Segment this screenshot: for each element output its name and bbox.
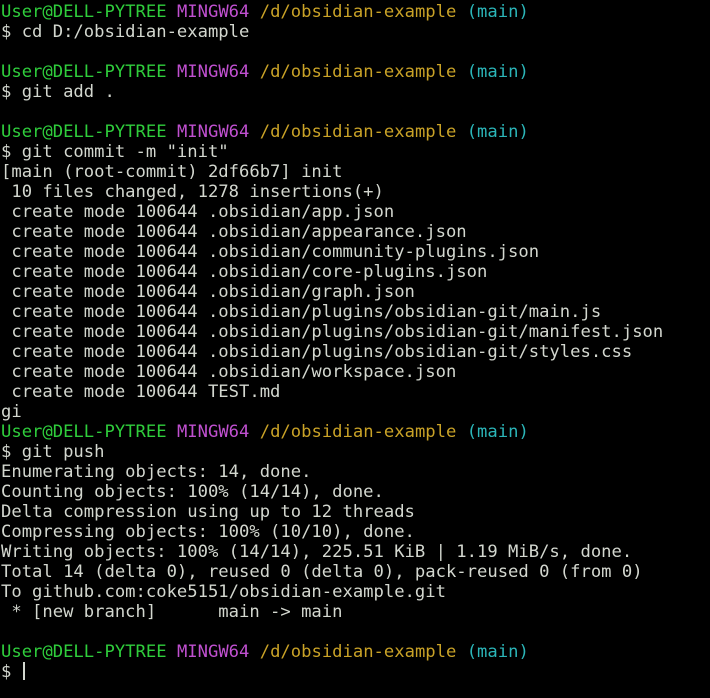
output-line: Writing objects: 100% (14/14), 225.51 Ki…	[1, 542, 633, 562]
output-line: create mode 100644 .obsidian/app.json	[1, 202, 395, 222]
prompt-user: User@DELL-PYTREE	[1, 422, 167, 442]
prompt-path: /d/obsidian-example	[259, 422, 457, 442]
output-line: [main (root-commit) 2df66b7] init	[1, 162, 343, 182]
prompt-system: MINGW64	[176, 62, 250, 82]
prompt-user: User@DELL-PYTREE	[1, 122, 167, 142]
output-line: * [new branch] main -> main	[1, 602, 343, 622]
command-line: $ git add .	[1, 82, 115, 102]
prompt-path: /d/obsidian-example	[259, 62, 457, 82]
prompt-branch: (main)	[466, 122, 529, 142]
output-line: Total 14 (delta 0), reused 0 (delta 0), …	[1, 562, 643, 582]
prompt-line: User@DELL-PYTREE MINGW64 /d/obsidian-exa…	[1, 2, 710, 22]
terminal-window[interactable]: User@DELL-PYTREE MINGW64 /d/obsidian-exa…	[0, 0, 710, 698]
output-line: create mode 100644 .obsidian/appearance.…	[1, 222, 467, 242]
prompt-line: User@DELL-PYTREE MINGW64 /d/obsidian-exa…	[1, 122, 710, 142]
prompt-user: User@DELL-PYTREE	[1, 642, 167, 662]
output-line: gi	[1, 402, 22, 422]
output-line: create mode 100644 .obsidian/core-plugin…	[1, 262, 488, 282]
prompt-system: MINGW64	[176, 422, 250, 442]
prompt-system: MINGW64	[176, 122, 250, 142]
output-line: create mode 100644 TEST.md	[1, 382, 281, 402]
prompt-user: User@DELL-PYTREE	[1, 2, 167, 22]
command-line: $ git commit -m "init"	[1, 142, 229, 162]
output-line: create mode 100644 .obsidian/community-p…	[1, 242, 540, 262]
prompt-path: /d/obsidian-example	[259, 642, 457, 662]
output-line: create mode 100644 .obsidian/graph.json	[1, 282, 415, 302]
output-line: To github.com:coke5151/obsidian-example.…	[1, 582, 446, 602]
command-line: $ cd D:/obsidian-example	[1, 22, 250, 42]
output-line: create mode 100644 .obsidian/plugins/obs…	[1, 322, 664, 342]
prompt-system: MINGW64	[176, 2, 250, 22]
output-line: Compressing objects: 100% (10/10), done.	[1, 522, 415, 542]
prompt-branch: (main)	[466, 62, 529, 82]
prompt-branch: (main)	[466, 2, 529, 22]
input-line[interactable]: $	[1, 662, 710, 682]
input-prompt: $	[1, 662, 22, 682]
prompt-path: /d/obsidian-example	[259, 122, 457, 142]
output-line: Counting objects: 100% (14/14), done.	[1, 482, 384, 502]
prompt-system: MINGW64	[176, 642, 250, 662]
prompt-path: /d/obsidian-example	[259, 2, 457, 22]
command-line: $ git push	[1, 442, 105, 462]
output-line: Delta compression using up to 12 threads	[1, 502, 415, 522]
prompt-line: User@DELL-PYTREE MINGW64 /d/obsidian-exa…	[1, 642, 710, 662]
output-line: 10 files changed, 1278 insertions(+)	[1, 182, 384, 202]
prompt-line: User@DELL-PYTREE MINGW64 /d/obsidian-exa…	[1, 62, 710, 82]
prompt-user: User@DELL-PYTREE	[1, 62, 167, 82]
output-line: create mode 100644 .obsidian/workspace.j…	[1, 362, 457, 382]
prompt-line: User@DELL-PYTREE MINGW64 /d/obsidian-exa…	[1, 422, 710, 442]
output-line: create mode 100644 .obsidian/plugins/obs…	[1, 342, 633, 362]
output-line: create mode 100644 .obsidian/plugins/obs…	[1, 302, 602, 322]
prompt-branch: (main)	[466, 422, 529, 442]
text-cursor	[22, 662, 25, 680]
prompt-branch: (main)	[466, 642, 529, 662]
output-line: Enumerating objects: 14, done.	[1, 462, 312, 482]
